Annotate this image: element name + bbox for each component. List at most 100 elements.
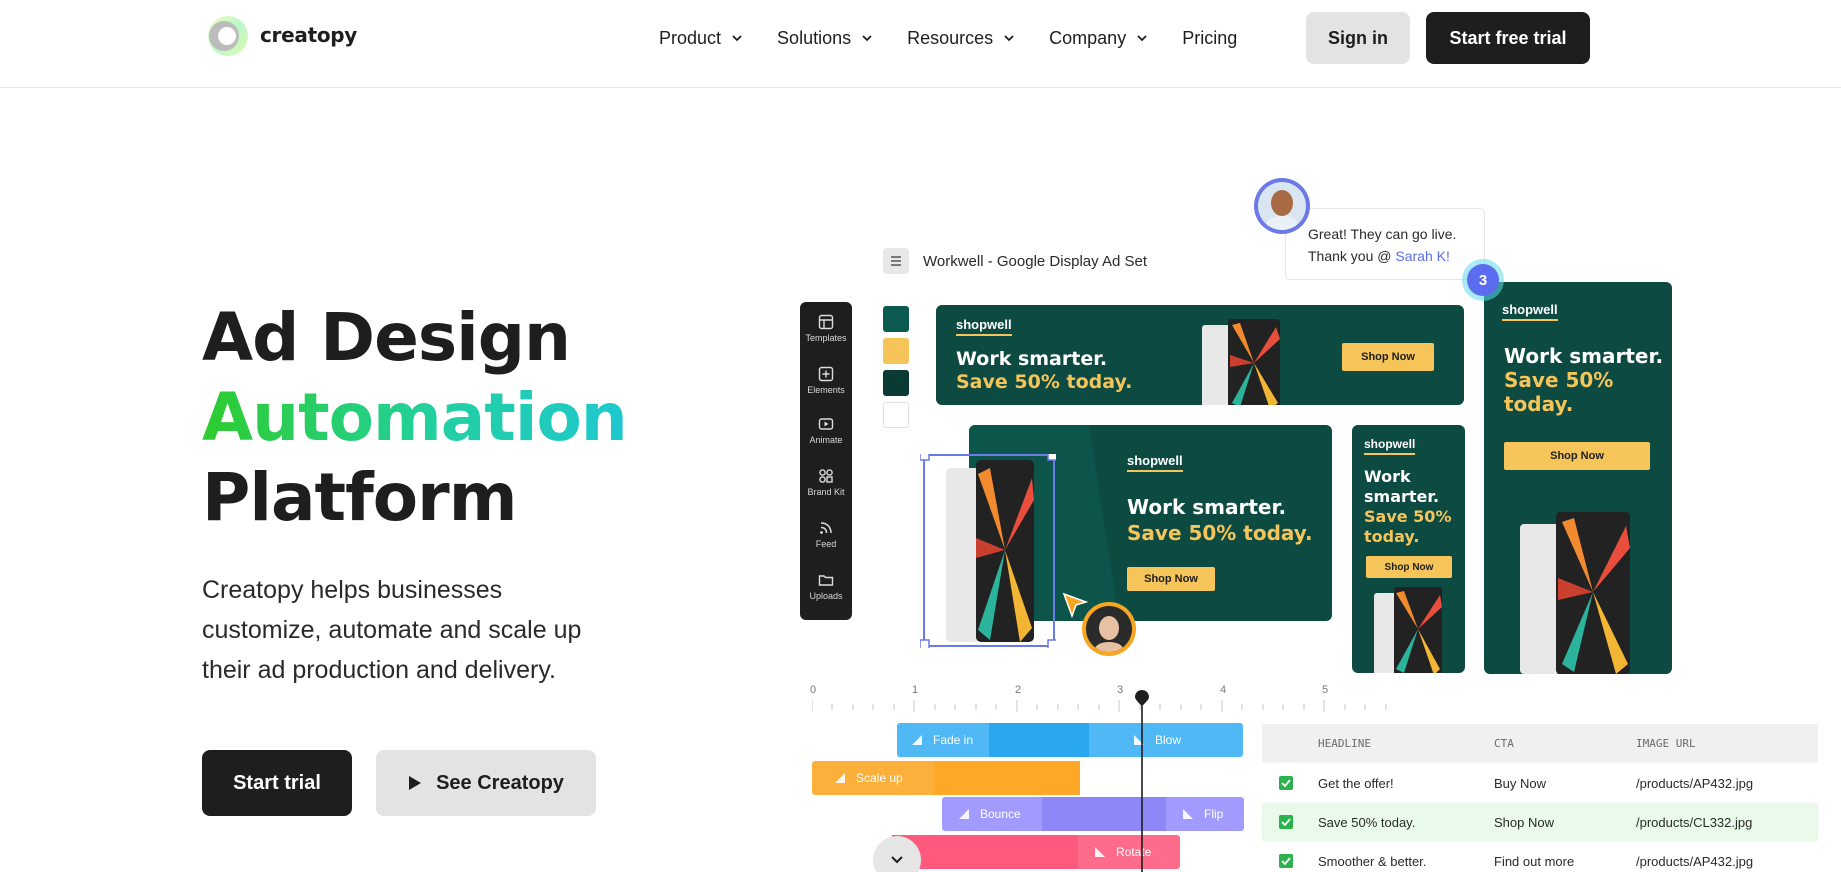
ruler-tick-label: 4	[1220, 684, 1227, 696]
cursor-arrow-icon	[1062, 592, 1088, 618]
ad-headline: Work smarter.	[956, 348, 1108, 370]
tool-label: Brand Kit	[807, 487, 845, 497]
timeline-playhead[interactable]	[1134, 690, 1150, 872]
document-header: Workwell - Google Display Ad Set	[883, 248, 1147, 274]
menu-pricing[interactable]: Pricing	[1182, 28, 1237, 49]
cell-headline: Smoother & better.	[1318, 853, 1427, 869]
creatopy-logo[interactable]: creatopy	[202, 10, 357, 60]
hero-title-line3: Platform	[202, 459, 517, 536]
ad-headline: Work smarter.	[1504, 344, 1664, 368]
cell-headline: Get the offer!	[1318, 775, 1394, 791]
animation-icon	[1183, 809, 1193, 819]
hamburger-icon[interactable]	[883, 248, 909, 274]
comment-line1: Great! They can go live.	[1308, 226, 1457, 242]
rss-feed-icon	[820, 522, 832, 534]
chevron-down-icon	[1004, 35, 1014, 42]
menu-solutions[interactable]: Solutions	[777, 28, 873, 49]
cell-cta: Shop Now	[1494, 814, 1554, 830]
table-row[interactable]: Get the offer! Buy Now /products/AP432.j…	[1262, 764, 1818, 802]
track-scale-up: Scale up	[834, 771, 903, 785]
hero-title-line2: Automation	[202, 379, 628, 456]
hero-title-line1: Ad Design	[202, 299, 571, 376]
cell-cta: Buy Now	[1494, 775, 1547, 791]
table-row[interactable]: Smoother & better. Find out more /produc…	[1262, 842, 1818, 872]
comment-bubble[interactable]: Great! They can go live. Thank you @ Sar…	[1285, 208, 1485, 280]
track-label: Flip	[1204, 807, 1224, 821]
comment-count-badge[interactable]: 3	[1467, 264, 1499, 296]
column-header-headline: HEADLINE	[1318, 736, 1371, 750]
commenter-avatar	[1254, 178, 1310, 234]
animation-icon	[1095, 847, 1105, 857]
ruler-tick-label: 5	[1322, 684, 1329, 696]
feed-data-table: HEADLINE CTA IMAGE URL Get the offer! Bu…	[1262, 724, 1818, 872]
tool-brand-kit[interactable]: Brand Kit	[800, 468, 852, 497]
menu-resources[interactable]: Resources	[907, 28, 1015, 49]
timeline-track-bounce-flip[interactable]: Bounce Flip	[942, 797, 1244, 831]
ad-brand: shopwell	[1364, 437, 1416, 455]
ad-shop-now-button: Shop Now	[1127, 567, 1215, 591]
cell-headline: Save 50% today.	[1318, 814, 1416, 830]
ad-banner-skyscraper[interactable]: shopwell Work smarter. Save 50% today. S…	[1484, 282, 1672, 674]
document-title: Workwell - Google Display Ad Set	[923, 252, 1147, 270]
ad-banner-narrow[interactable]: shopwell Work smarter. Save 50% today. S…	[1352, 425, 1465, 673]
table-header-row: HEADLINE CTA IMAGE URL	[1262, 724, 1818, 762]
tablet-image	[1374, 587, 1442, 673]
top-navigation: creatopy Product Solutions Resources Com…	[0, 0, 1841, 88]
animation-icon	[912, 735, 922, 745]
ad-offer-line2: today.	[1364, 527, 1420, 546]
ruler-tick-label: 3	[1117, 684, 1124, 696]
cell-image-url: /products/CL332.jpg	[1636, 814, 1753, 830]
start-trial-button[interactable]: Start trial	[202, 750, 352, 816]
row-checkbox[interactable]	[1279, 776, 1293, 790]
comment-prefix: Thank you @	[1308, 248, 1396, 264]
ad-headline-line1: Work	[1364, 467, 1411, 486]
chevron-down-icon	[732, 35, 742, 42]
row-checkbox[interactable]	[1279, 854, 1293, 868]
menu-company[interactable]: Company	[1049, 28, 1148, 49]
selected-tablet-element[interactable]	[920, 454, 1056, 648]
ruler-tick-label: 2	[1015, 684, 1022, 696]
comment-mention[interactable]: Sarah K!	[1395, 248, 1449, 264]
color-swatch-teal[interactable]	[883, 306, 909, 332]
comment-line2: Thank you @ Sarah K!	[1308, 245, 1484, 267]
color-swatch-white[interactable]	[883, 402, 909, 428]
table-row[interactable]: Save 50% today. Shop Now /products/CL332…	[1262, 803, 1818, 841]
start-free-trial-button[interactable]: Start free trial	[1426, 12, 1590, 64]
tool-uploads[interactable]: Uploads	[800, 572, 852, 601]
tool-feed[interactable]: Feed	[800, 520, 852, 549]
ad-shop-now-button: Shop Now	[1342, 343, 1434, 371]
column-header-image-url: IMAGE URL	[1636, 736, 1696, 750]
track-label: Bounce	[980, 807, 1021, 821]
tool-animate[interactable]: Animate	[800, 416, 852, 445]
brand-name: creatopy	[260, 23, 358, 47]
ad-brand: shopwell	[1127, 453, 1183, 472]
row-checkbox[interactable]	[1279, 815, 1293, 829]
menu-label: Company	[1049, 27, 1127, 48]
ruler-tick-label: 1	[912, 684, 919, 696]
sign-in-button[interactable]: Sign in	[1306, 12, 1410, 64]
see-creatopy-button[interactable]: See Creatopy	[376, 750, 596, 816]
track-fade-in: Fade in	[911, 733, 973, 747]
tool-label: Uploads	[809, 591, 843, 601]
tool-elements[interactable]: Elements	[800, 366, 852, 395]
elements-icon	[818, 366, 834, 382]
ruler-ticks	[812, 700, 1387, 712]
ad-shop-now-button: Shop Now	[1504, 442, 1650, 470]
color-swatch-yellow[interactable]	[883, 338, 909, 364]
tool-label: Animate	[809, 435, 843, 445]
ad-banner-leaderboard[interactable]: shopwell Work smarter. Save 50% today. S…	[936, 305, 1464, 405]
track-label: Fade in	[933, 733, 974, 747]
timeline-track-scale-up[interactable]: Scale up	[812, 761, 1080, 795]
color-swatch-dark-green[interactable]	[883, 370, 909, 396]
cell-cta: Find out more	[1494, 853, 1575, 869]
track-label: Blow	[1155, 733, 1182, 747]
ad-offer: Save 50% today.	[956, 371, 1133, 393]
tool-templates[interactable]: Templates	[800, 314, 852, 343]
play-icon	[409, 776, 422, 790]
ad-shop-now-button: Shop Now	[1366, 556, 1452, 578]
menu-product[interactable]: Product	[659, 28, 743, 49]
folder-icon	[818, 575, 834, 586]
timeline-track-fade-in-blow[interactable]: Fade in Blow	[897, 723, 1243, 757]
chevron-down-icon	[1137, 35, 1147, 42]
ad-headline: Work smarter.	[1127, 495, 1287, 519]
